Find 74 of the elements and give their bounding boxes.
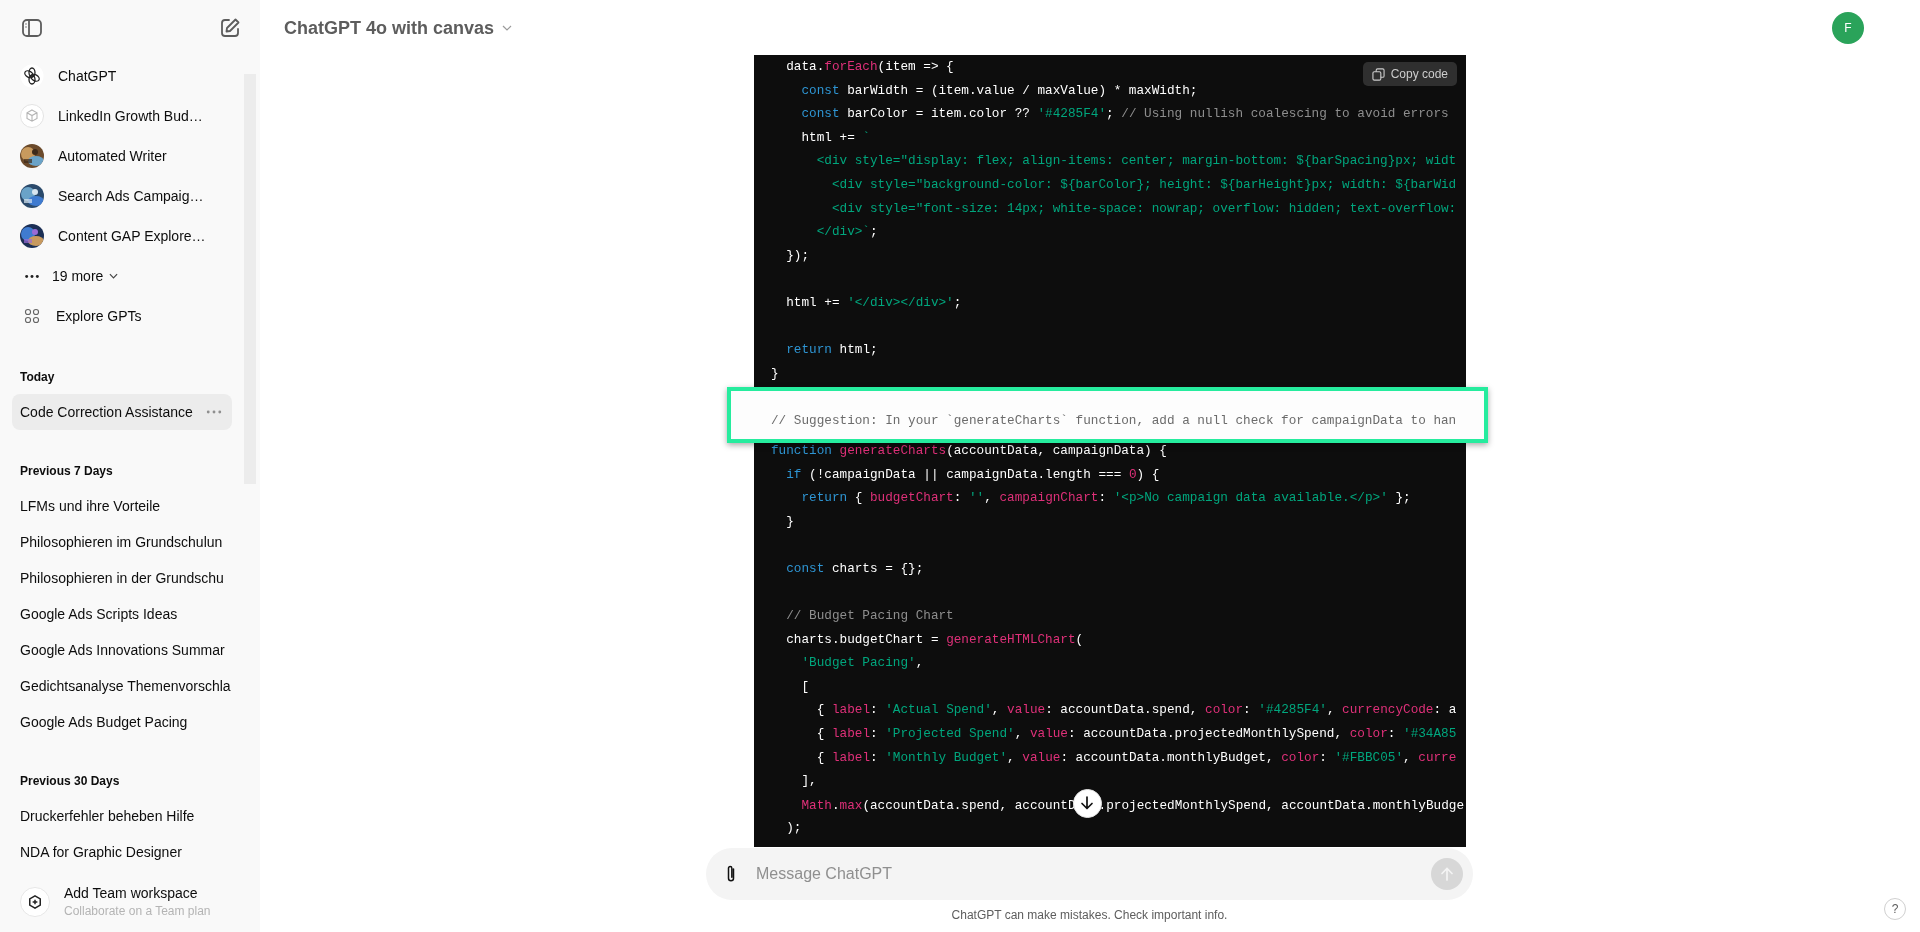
chevron-down-icon xyxy=(109,273,119,279)
chat-item[interactable]: Code Correction Assistance xyxy=(12,394,232,430)
gpt-item[interactable]: ChatGPT xyxy=(12,56,244,96)
code-line: return html; xyxy=(785,341,878,360)
code-line: return { budgetChart: '', campaignChart: '<p>No campaign data available.</p>' }; xyxy=(800,489,1411,508)
more-icon xyxy=(24,273,40,279)
chat-item[interactable]: Google Ads Budget Pacing xyxy=(12,704,232,740)
message-composer[interactable]: Message ChatGPT xyxy=(706,848,1473,900)
chevron-down-icon xyxy=(502,25,513,31)
code-line: <div style="background-color: ${barColor}; height: ${barHeight}px; width: ${barWid xyxy=(830,175,1457,194)
more-gpts-toggle[interactable]: 19 more xyxy=(12,256,244,296)
gpt-name: LinkedIn Growth Bud… xyxy=(58,108,203,124)
chat-item[interactable]: Google Ads Scripts Ideas xyxy=(12,596,232,632)
code-line: const barWidth = (item.value / maxValue) * maxWidth; xyxy=(800,81,1198,100)
chat-item[interactable]: NDA for Graphic Designer xyxy=(12,834,232,870)
copy-code-button[interactable]: Copy code xyxy=(1362,62,1457,86)
code-line: charts.budgetChart = generateHTMLChart( xyxy=(785,630,1084,649)
cube-icon xyxy=(20,104,44,128)
section-heading: Previous 7 Days xyxy=(19,463,114,480)
gpt-item[interactable]: Search Ads Campaig… xyxy=(12,176,244,216)
gpt-item[interactable]: Content GAP Explore… xyxy=(12,216,244,256)
gpt-item[interactable]: Automated Writer xyxy=(12,136,244,176)
code-line: if (!campaignData || campaignData.length === 0) { xyxy=(785,465,1160,484)
code-line: function generateCharts(accountData, campaignData) { xyxy=(771,441,1167,460)
scroll-down-button[interactable] xyxy=(1072,788,1102,818)
code-line: html += '</div></div>'; xyxy=(785,293,962,312)
code-line: { label: 'Monthly Budget', value: accountData.monthlyBudget, color: '#FBBC05', curre xyxy=(815,748,1457,767)
code-line: Math.max(accountData.spend, accountD .projectedMonthlySpend, accountData.monthlyBudge xyxy=(771,792,1465,817)
arrow-up-icon xyxy=(1439,866,1455,882)
code-line: 'Budget Pacing', xyxy=(800,654,924,673)
gpt-name: Automated Writer xyxy=(58,148,167,164)
code-line: <div style="font-size: 14px; white-space: nowrap; overflow: hidden; text-overflow: xyxy=(830,199,1457,218)
chat-item[interactable]: Philosophieren in der Grundschu xyxy=(12,560,232,596)
code-line: } xyxy=(785,512,794,531)
disclaimer-text: ChatGPT can make mistakes. Check important info. xyxy=(950,907,1229,924)
model-selector[interactable]: ChatGPT 4o with canvas xyxy=(284,17,513,39)
gpt-name: Search Ads Campaig… xyxy=(58,188,204,204)
chat-item[interactable]: Philosophieren im Grundschulun xyxy=(12,524,232,560)
code-line: [ xyxy=(800,677,810,696)
add-team-workspace-button[interactable]: Add Team workspace Collaborate on a Team plan xyxy=(0,877,260,932)
chat-item[interactable]: LFMs und ihre Vorteile xyxy=(12,488,232,524)
sidebar-toggle-icon[interactable] xyxy=(20,16,44,40)
code-line: { label: 'Projected Spend', value: accountData.projectedMonthlySpend, color: '#34A85 xyxy=(815,725,1457,744)
chat-item[interactable]: Google Ads Innovations Summar xyxy=(12,632,232,668)
gpt-item[interactable]: LinkedIn Growth Bud… xyxy=(12,96,244,136)
copy-icon xyxy=(1371,67,1385,81)
new-chat-icon[interactable] xyxy=(218,16,242,40)
options-icon[interactable] xyxy=(206,410,222,414)
code-line: { label: 'Actual Spend', value: accountData.spend, color: '#4285F4', currencyCode: a xyxy=(815,701,1457,720)
explore-gpts-link[interactable]: Explore GPTs xyxy=(12,296,244,336)
help-button[interactable]: ? xyxy=(1884,898,1906,920)
code-line: <div style="display: flex; align-items: center; margin-bottom: ${barSpacing}px; widt xyxy=(815,152,1457,171)
section-heading: Today xyxy=(19,369,56,386)
message-field[interactable]: Message ChatGPT xyxy=(754,853,1431,895)
chat-item[interactable]: Gedichtsanalyse Themenvorschla xyxy=(12,668,232,704)
hexagon-plus-icon xyxy=(20,886,50,917)
arrow-down-icon xyxy=(1079,795,1096,812)
code-line: ); xyxy=(785,819,802,838)
gpt-name: Content GAP Explore… xyxy=(58,228,206,244)
code-line: }); xyxy=(785,246,810,265)
code-line: const barColor = item.color ?? '#4285F4'; // Using nullish coalescing to avoid errors xyxy=(800,105,1449,124)
code-line: </div>`; xyxy=(815,223,878,242)
chat-item[interactable]: Druckerfehler beheben Hilfe xyxy=(12,798,232,834)
code-line: } xyxy=(771,364,779,383)
gpt-name: ChatGPT xyxy=(58,68,117,84)
knot-logo-icon xyxy=(20,64,44,88)
section-heading: Previous 30 Days xyxy=(19,773,121,790)
code-line: const charts = {}; xyxy=(785,559,924,578)
grid-icon xyxy=(24,308,40,324)
code-line: data.forEach(item => { xyxy=(785,58,954,76)
code-line: // Budget Pacing Chart xyxy=(785,607,954,626)
code-line: html += ` xyxy=(800,128,870,147)
suggestion-highlight: // Suggestion: In your `generateCharts` function, add a null check for campaignData to han xyxy=(727,386,1488,443)
code-line: ], xyxy=(800,772,817,791)
